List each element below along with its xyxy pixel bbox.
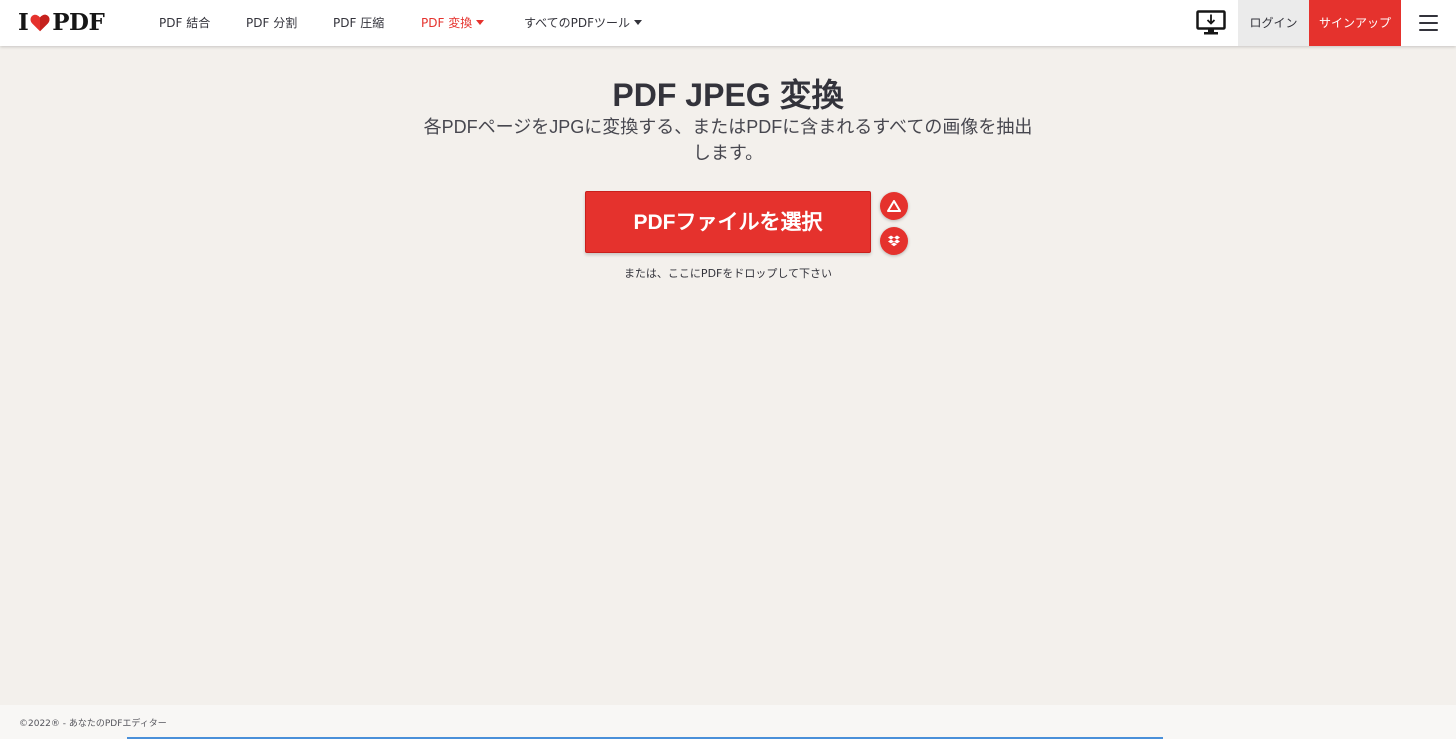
nav-split-pdf[interactable]: PDF 分割 (246, 0, 297, 46)
nav-label: すべてのPDFツール (524, 16, 631, 30)
page-title: PDF JPEG 変換 (612, 77, 844, 113)
nav-compress-pdf[interactable]: PDF 圧縮 (333, 0, 384, 46)
hamburger-menu-button[interactable] (1419, 15, 1438, 31)
footer-copyright: ©2022® - あなたのPDFエディター (19, 719, 167, 729)
nav-label: PDF 圧縮 (333, 16, 385, 30)
signup-button[interactable]: サインアップ (1309, 0, 1401, 46)
dropbox-button[interactable] (880, 227, 908, 255)
page-subtitle: 各PDFページをJPGに変換する、またはPDFに含まれるすべての画像を抽出します… (423, 117, 1033, 163)
menu-bar (1419, 15, 1438, 17)
nav-all-pdf-tools[interactable]: すべてのPDFツール (524, 0, 643, 46)
desktop-download-button[interactable] (1196, 10, 1226, 36)
heart-icon (30, 14, 50, 31)
nav-merge-pdf[interactable]: PDF 結合 (159, 0, 210, 46)
caret-down-icon (476, 20, 485, 25)
footer: ©2022® - あなたのPDFエディター (0, 705, 1456, 739)
select-pdf-file-button[interactable]: PDFファイルを選択 (585, 191, 871, 253)
logo-text-pdf: PDF (52, 9, 105, 36)
menu-bar (1419, 29, 1438, 31)
top-navbar: I PDF PDF 結合 PDF 分割 PDF 圧縮 PDF 変換 すべてのPD… (0, 0, 1456, 46)
nav-label: PDF 変換 (421, 16, 473, 30)
logo-letter-i: I (18, 9, 29, 36)
login-button[interactable]: ログイン (1238, 0, 1309, 46)
drop-hint-text: または、ここにPDFをドロップして下さい (623, 267, 833, 280)
nav-label: PDF 分割 (246, 16, 298, 30)
nav-convert-pdf[interactable]: PDF 変換 (421, 0, 485, 46)
google-drive-button[interactable] (880, 192, 908, 220)
menu-bar (1419, 22, 1438, 24)
google-drive-icon (887, 200, 901, 212)
caret-down-icon (634, 20, 643, 25)
nav-label: PDF 結合 (159, 16, 211, 30)
dropbox-icon (888, 235, 900, 247)
ilovepdf-logo[interactable]: I PDF (18, 9, 105, 36)
desktop-download-icon (1196, 10, 1226, 35)
